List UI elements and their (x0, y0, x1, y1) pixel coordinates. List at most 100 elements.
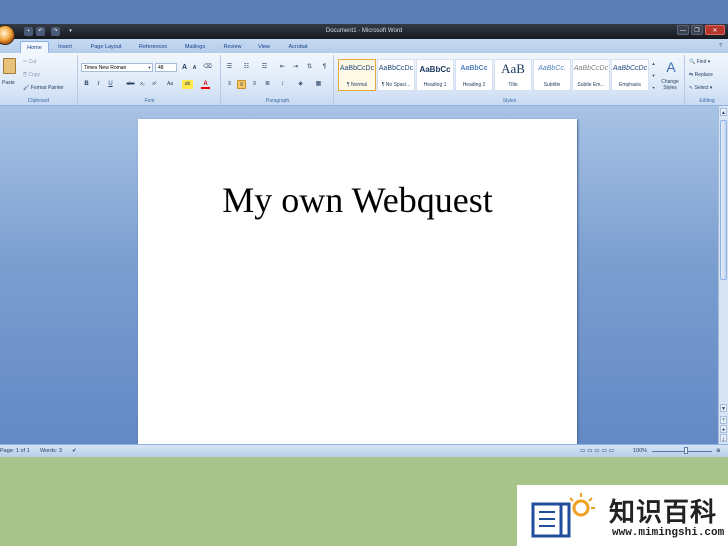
font-size-combo[interactable]: 48 (155, 63, 177, 72)
ribbon-tabs: Home Insert Page Layout References Maili… (0, 39, 728, 53)
style-heading-1[interactable]: AaBbCc Heading 1 (416, 59, 454, 91)
document-text[interactable]: My own Webquest (138, 179, 577, 221)
change-styles-button[interactable]: Change Styles (657, 79, 683, 91)
style-name: Title (508, 82, 518, 88)
style-emphasis[interactable]: AaBbCcDc Emphasis (611, 59, 649, 91)
numbering-icon[interactable]: ☷ (242, 63, 251, 72)
superscript-button[interactable]: x² (150, 80, 159, 89)
style-no-spacing[interactable]: AaBbCcDc ¶ No Spaci... (377, 59, 415, 91)
minimize-button[interactable]: — (677, 25, 689, 35)
style-name: Subtitle (543, 82, 561, 88)
style-preview: AaBbCcDc (378, 65, 414, 72)
scrollbar-thumb[interactable] (720, 120, 727, 280)
find-button[interactable]: 🔍 Find ▾ (689, 59, 710, 65)
select-button[interactable]: ↖ Select ▾ (689, 85, 712, 91)
underline-button[interactable]: U (106, 80, 115, 89)
tab-references[interactable]: References (134, 41, 172, 53)
bullets-icon[interactable]: ☰ (225, 63, 234, 72)
replace-button[interactable]: ⇆ Replace (689, 72, 713, 78)
bold-button[interactable]: B (82, 80, 91, 89)
change-styles-icon[interactable]: A (663, 59, 679, 75)
borders-icon[interactable]: ▦ (314, 80, 323, 89)
word-window: ▪ ↶ ↷ ▾ Document1 - Microsoft Word — ❐ ✕… (0, 0, 728, 457)
style-heading-2[interactable]: AaBbCc Heading 2 (455, 59, 493, 91)
shrink-font-icon[interactable]: A (190, 64, 199, 73)
watermark: 知识百科 www.mimingshi.com (517, 485, 728, 546)
style-name: ¶ No Spaci... (381, 82, 411, 88)
title-bar: ▪ ↶ ↷ ▾ Document1 - Microsoft Word — ❐ ✕ (0, 24, 728, 39)
font-color-button[interactable]: A (201, 80, 210, 89)
tab-home[interactable]: Home (20, 41, 49, 53)
next-page-icon[interactable]: ⤓ (720, 434, 727, 442)
align-right-icon[interactable]: ≡ (250, 80, 259, 89)
styles-label: Styles (502, 98, 517, 104)
change-case-button[interactable]: Aa (164, 80, 176, 89)
select-label: Select (694, 85, 709, 91)
font-label: Font (144, 98, 155, 104)
copy-label: Copy (28, 72, 41, 78)
tab-view[interactable]: View (252, 41, 276, 53)
book-lightbulb-icon (531, 493, 595, 538)
document-area: My own Webquest (0, 106, 718, 449)
scroll-up-icon[interactable]: ▲ (720, 108, 727, 116)
increase-indent-icon[interactable]: ⇥ (291, 63, 300, 72)
window-title: Document1 - Microsoft Word (325, 28, 403, 34)
format-painter-label: Format Painter (30, 85, 64, 91)
tab-insert[interactable]: Insert (52, 41, 78, 53)
grow-font-icon[interactable]: A (180, 63, 189, 72)
zoom-level[interactable]: 100% (633, 448, 647, 454)
zoom-in-icon[interactable]: ⊕ (716, 448, 721, 454)
shading-icon[interactable]: ◈ (296, 80, 305, 89)
sort-icon[interactable]: ⇅ (305, 63, 314, 72)
style-preview: AaBbCc (460, 65, 488, 72)
tab-review[interactable]: Review (218, 41, 247, 53)
style-preview: AaBbCcDc (339, 65, 375, 72)
format-painter-button[interactable]: 🖌 Format Painter (23, 85, 64, 91)
view-buttons-icon[interactable]: ▭▭▭▭▭ (580, 448, 616, 454)
align-left-icon[interactable]: ≡ (225, 80, 234, 89)
chevron-down-icon[interactable]: ▼ (145, 63, 154, 72)
subscript-button[interactable]: x₂ (138, 80, 147, 89)
tab-mailings[interactable]: Mailings (178, 41, 212, 53)
highlight-button[interactable]: ab (182, 80, 193, 89)
previous-page-icon[interactable]: ⤒ (720, 416, 727, 424)
multilevel-list-icon[interactable]: ☲ (260, 63, 269, 72)
restore-button[interactable]: ❐ (691, 25, 703, 35)
browse-object-icon[interactable]: ● (720, 425, 727, 433)
vertical-scrollbar[interactable]: ▲ ▼ ⤒ ● ⤓ (718, 106, 728, 444)
scroll-down-icon[interactable]: ▼ (720, 404, 727, 412)
align-center-icon[interactable]: ≡ (237, 80, 246, 89)
paste-icon[interactable] (3, 58, 16, 74)
show-marks-button[interactable]: ¶ (320, 63, 329, 72)
tab-acrobat[interactable]: Acrobat (282, 41, 314, 53)
style-name: Subtle Em... (577, 82, 605, 88)
ribbon: Paste ✂ Cut ⎘ Copy 🖌 Format Painter Clip… (0, 53, 728, 106)
styles-scroll-up-icon[interactable]: ▲ (649, 59, 658, 68)
cut-button[interactable]: ✂ Cut (23, 59, 36, 65)
copy-button[interactable]: ⎘ Copy (23, 72, 40, 78)
cut-label: Cut (28, 59, 37, 65)
style-subtitle[interactable]: AaBbCc. Subtitle (533, 59, 571, 91)
style-name: Heading 1 (423, 82, 447, 88)
document-page[interactable]: My own Webquest (138, 119, 577, 449)
italic-button[interactable]: I (94, 80, 103, 89)
line-spacing-icon[interactable]: ↕ (278, 80, 287, 89)
page-count[interactable]: Page: 1 of 1 (0, 448, 30, 454)
style-subtle-emphasis[interactable]: AaBbCcDc Subtle Em... (572, 59, 610, 91)
strikethrough-button[interactable]: abc (124, 80, 137, 89)
tab-page-layout[interactable]: Page Layout (84, 41, 128, 53)
zoom-slider[interactable] (652, 451, 712, 452)
font-name-combo[interactable]: Times New Roman (81, 63, 153, 72)
decrease-indent-icon[interactable]: ⇤ (278, 63, 287, 72)
style-normal[interactable]: AaBbCcDc ¶ Normal (338, 59, 376, 91)
clear-formatting-icon[interactable]: ⌫ (203, 63, 212, 72)
word-count[interactable]: Words: 3 (40, 448, 62, 454)
close-button[interactable]: ✕ (705, 25, 725, 35)
help-icon[interactable]: ? (716, 42, 725, 51)
justify-icon[interactable]: ≣ (263, 80, 272, 89)
zoom-slider-thumb[interactable] (684, 447, 688, 454)
font-group: Times New Roman ▼ 48 A A ⌫ B I U abc x₂ … (79, 55, 221, 105)
proofing-icon[interactable]: ✔ (72, 448, 77, 454)
style-title[interactable]: AaB Title (494, 59, 532, 91)
paste-button[interactable]: Paste (2, 80, 15, 86)
